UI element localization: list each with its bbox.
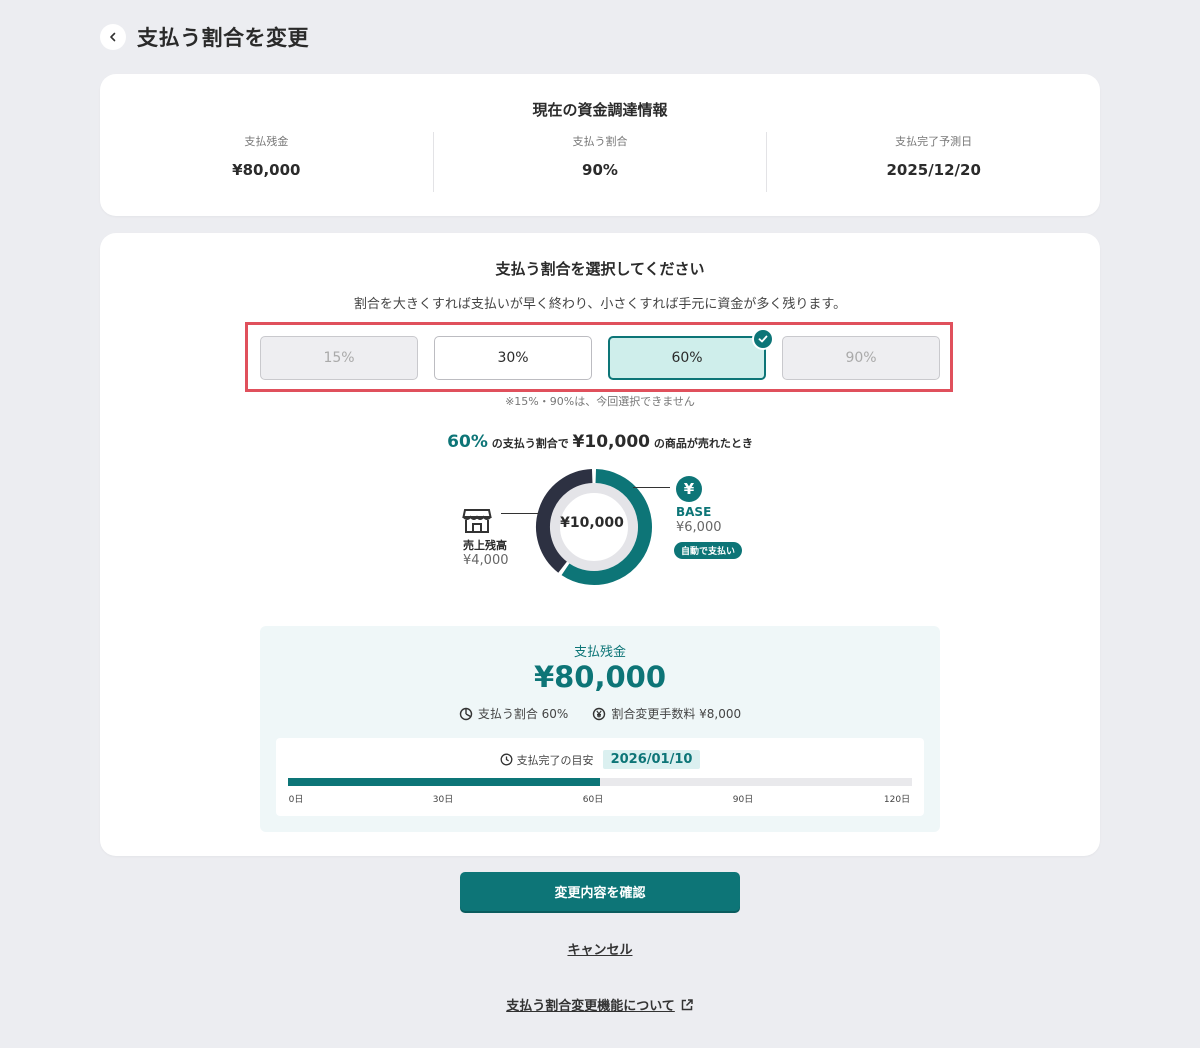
summary-label: 支払残金 <box>573 645 626 660</box>
summary-rate: 支払う割合 60% <box>459 705 569 722</box>
confirm-changes-button[interactable]: 変更内容を確認 <box>460 872 740 911</box>
simulation-amount: ¥10,000 <box>572 432 650 452</box>
base-label: BASE <box>676 505 712 519</box>
donut-center-amount: ¥10,000 <box>560 515 624 531</box>
info-label: 支払残金 <box>244 135 289 148</box>
completion-timeline: 支払完了の目安 2026/01/10 0日 30日 60日 90日 120日 <box>276 738 924 816</box>
clock-icon <box>500 753 513 766</box>
page-title: 支払う割合を変更 <box>137 26 309 50</box>
info-remaining: 支払残金 ¥80,000 <box>100 132 433 192</box>
summary-box: 支払残金 ¥80,000 支払う割合 60% 割合変更手数料 ¥8,000 支払… <box>260 626 940 832</box>
page-header: 支払う割合を変更 <box>100 22 309 52</box>
about-feature-link[interactable]: 支払う割合変更機能について <box>0 995 1200 1014</box>
rate-selection-card: 支払う割合を選択してください 割合を大きくすれば支払いが早く終わり、小さくすれば… <box>100 233 1100 856</box>
rate-option-label: 90% <box>845 350 877 366</box>
rate-option-label: 15% <box>323 350 355 366</box>
back-button[interactable] <box>100 24 126 50</box>
base-connector-line <box>633 487 670 488</box>
pie-chart-icon <box>459 707 473 720</box>
about-feature-label: 支払う割合変更機能について <box>506 999 675 1014</box>
current-info-title: 現在の資金調達情報 <box>532 101 668 119</box>
chevron-left-icon <box>110 32 116 42</box>
info-value: 2025/12/20 <box>886 161 981 179</box>
store-label: 売上残高 <box>463 539 507 552</box>
timeline-tick: 60日 <box>582 795 604 805</box>
rate-option-label: 60% <box>671 350 703 366</box>
store-connector-line <box>501 513 539 514</box>
simulation-text-b: の商品が売れたとき <box>653 437 753 450</box>
check-icon <box>752 328 774 350</box>
store-icon <box>462 509 492 533</box>
timeline-tick: 90日 <box>732 795 754 805</box>
timeline-date: 2026/01/10 <box>602 750 701 769</box>
timeline-progress-bar <box>288 778 912 786</box>
simulation-title: 60% の支払う割合で ¥10,000 の商品が売れたとき <box>100 432 1100 452</box>
yen-icon: ¥ <box>676 476 702 502</box>
timeline-tick: 30日 <box>432 795 454 805</box>
info-value: ¥80,000 <box>232 161 301 179</box>
summary-fee: 割合変更手数料 ¥8,000 <box>592 705 741 722</box>
options-note: ※15%・90%は、今回選択できません <box>505 395 695 408</box>
timeline-tick: 0日 <box>288 795 304 805</box>
info-value: 90% <box>582 161 618 179</box>
yen-coin-icon <box>593 707 606 720</box>
store-value: ¥4,000 <box>463 553 509 568</box>
info-rate: 支払う割合 90% <box>432 132 767 192</box>
current-info-card: 現在の資金調達情報 支払残金 ¥80,000 支払う割合 90% 支払完了予測日… <box>100 74 1100 216</box>
selection-title: 支払う割合を選択してください <box>495 260 705 278</box>
base-value: ¥6,000 <box>676 520 722 535</box>
summary-rate-text: 支払う割合 60% <box>477 707 569 721</box>
timeline-label: 支払完了の目安 <box>516 753 594 767</box>
simulation-text-a: の支払う割合で <box>491 437 569 450</box>
summary-fee-text: 割合変更手数料 ¥8,000 <box>611 707 742 721</box>
external-link-icon <box>681 998 693 1010</box>
timeline-header: 支払完了の目安 2026/01/10 <box>276 750 924 769</box>
info-label: 支払う割合 <box>572 135 628 148</box>
rate-option-30[interactable]: 30% <box>434 336 592 380</box>
rate-option-15: 15% <box>260 336 418 380</box>
auto-payment-badge: 自動で支払い <box>674 542 743 559</box>
info-label: 支払完了予測日 <box>895 135 973 148</box>
cancel-link[interactable]: キャンセル <box>0 939 1200 958</box>
summary-value: ¥80,000 <box>533 660 667 694</box>
timeline-tick: 120日 <box>883 795 911 805</box>
rate-option-90: 90% <box>782 336 940 380</box>
summary-meta: 支払う割合 60% 割合変更手数料 ¥8,000 <box>260 705 940 722</box>
info-completion-date: 支払完了予測日 2025/12/20 <box>766 132 1100 192</box>
timeline-progress-fill <box>288 778 600 786</box>
selection-description: 割合を大きくすれば支払いが早く終わり、小さくすれば手元に資金が多く残ります。 <box>353 297 847 312</box>
simulation-rate: 60% <box>447 432 488 452</box>
rate-option-60[interactable]: 60% <box>608 328 774 380</box>
current-info-columns: 支払残金 ¥80,000 支払う割合 90% 支払完了予測日 2025/12/2… <box>100 132 1100 192</box>
rate-option-label: 30% <box>497 350 529 366</box>
